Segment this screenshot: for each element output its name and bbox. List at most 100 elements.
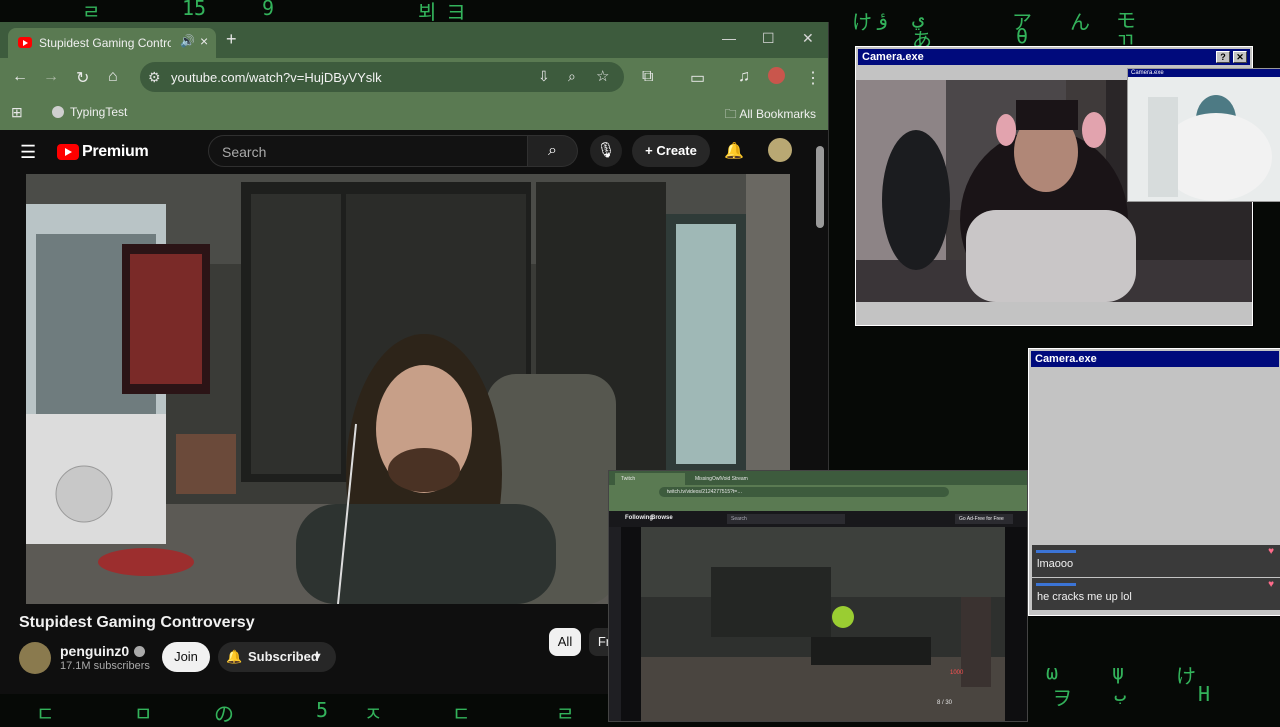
- site-info-icon[interactable]: ⚙: [148, 69, 161, 86]
- channel-name[interactable]: penguinz0: [60, 643, 146, 659]
- youtube-header: ☰ Premium Search ⌕ 🎙 + Create 🔔: [0, 130, 828, 174]
- all-bookmarks-label: All Bookmarks: [739, 107, 816, 121]
- twitch-ad-free-button[interactable]: Go Ad-Free for Free: [955, 514, 1013, 524]
- camera-window-mini[interactable]: Camera.exe: [1127, 68, 1280, 202]
- youtube-brand[interactable]: Premium: [82, 143, 149, 161]
- forward-arrow-icon[interactable]: →: [43, 68, 59, 86]
- camera-window-title: Camera.exe: [862, 51, 924, 63]
- search-input[interactable]: Search: [208, 135, 528, 167]
- bookmark-star-icon[interactable]: ☆: [596, 67, 609, 85]
- subscribed-button[interactable]: 🔔 Subscribed ▼: [218, 642, 336, 672]
- twitch-nav: Following Browse Search Go Ad-Free for F…: [609, 511, 1027, 527]
- twitch-search-input[interactable]: Search: [727, 514, 845, 524]
- hamburger-menu-icon[interactable]: ☰: [20, 142, 36, 163]
- hud-health: 1000: [950, 670, 964, 676]
- camera-window-titlebar[interactable]: Camera.exe ? ✕: [858, 49, 1250, 65]
- twitch-toolbar: twitch.tv/videos/2124277515?t=…: [609, 485, 1027, 499]
- bookmark-typingtest[interactable]: TypingTest: [52, 105, 127, 119]
- address-bar-url: youtube.com/watch?v=HujDByVYslk: [171, 70, 382, 85]
- create-button[interactable]: + Create: [632, 135, 710, 167]
- matrix-glyph: の: [214, 702, 234, 726]
- tab-close-button[interactable]: ×: [200, 33, 208, 49]
- matrix-glyph: 5: [316, 698, 329, 722]
- subscriber-count: 17.1M subscribers: [60, 660, 150, 672]
- chevron-down-icon: ▼: [312, 651, 323, 663]
- camera-window-titlebar[interactable]: Camera.exe: [1031, 351, 1279, 367]
- install-app-icon[interactable]: ⇩: [538, 68, 550, 85]
- minimize-button[interactable]: —: [722, 30, 736, 46]
- matrix-glyph: ㅁ: [134, 702, 153, 726]
- channel-name-text: penguinz0: [60, 643, 130, 659]
- search-icon: ⌕: [548, 142, 557, 159]
- home-icon[interactable]: ⌂: [108, 68, 118, 86]
- chat-message-text: lmaooo: [1037, 558, 1074, 570]
- tab-title: Stupidest Gaming Controversy: [39, 36, 171, 50]
- matrix-glyph: ヲ: [1052, 686, 1072, 710]
- matrix-glyph: 9: [262, 0, 275, 20]
- camera-window-title: Camera.exe: [1035, 353, 1097, 365]
- heart-icon: ♥: [1268, 579, 1274, 590]
- create-label: Create: [656, 143, 697, 158]
- twitch-nav-browse[interactable]: Browse: [651, 515, 673, 521]
- tab-search-icon[interactable]: ▭: [690, 68, 705, 88]
- apps-grid-icon[interactable]: ⊞: [11, 104, 23, 121]
- zoom-icon[interactable]: ⌕: [568, 68, 576, 85]
- speaker-icon[interactable]: 🔊: [180, 34, 195, 48]
- twitch-nav-following[interactable]: Following: [625, 515, 653, 521]
- matrix-glyph: θ: [1016, 24, 1029, 48]
- chat-username: [1036, 550, 1076, 553]
- matrix-glyph: ん: [1070, 10, 1090, 34]
- folder-icon: 🗀: [724, 107, 740, 121]
- twitch-browser-window[interactable]: Twitch MissingOwlVoid Stream twitch.tv/v…: [608, 470, 1028, 722]
- twitch-tab-2[interactable]: MissingOwlVoid Stream: [689, 473, 769, 485]
- page-scrollbar-thumb[interactable]: [816, 146, 824, 228]
- voice-search-button[interactable]: 🎙: [590, 135, 622, 167]
- matrix-glyph: け: [1176, 664, 1196, 688]
- camera-window-mini-title: Camera.exe: [1128, 69, 1280, 77]
- twitch-address-bar[interactable]: twitch.tv/videos/2124277515?t=…: [659, 487, 949, 497]
- all-bookmarks-button[interactable]: 🗀 All Bookmarks: [725, 105, 816, 126]
- bookmarks-bar: ⊞ TypingTest 🗀 All Bookmarks: [0, 96, 828, 131]
- reload-icon[interactable]: ↻: [76, 68, 89, 88]
- back-arrow-icon[interactable]: ←: [12, 68, 28, 86]
- youtube-logo-icon[interactable]: [57, 144, 79, 160]
- matrix-glyph: ㅈ: [364, 702, 383, 726]
- tab-strip: Stupidest Gaming Controversy 🔊 × + — ☐ ✕: [0, 22, 828, 58]
- twitch-tab-strip: Twitch MissingOwlVoid Stream: [609, 471, 1027, 485]
- hud-ammo: 8 / 30: [937, 700, 953, 706]
- account-avatar[interactable]: [768, 138, 792, 162]
- tab-active[interactable]: Stupidest Gaming Controversy 🔊 ×: [8, 28, 216, 58]
- chat-username: [1036, 583, 1076, 586]
- search-button[interactable]: ⌕: [528, 135, 578, 167]
- twitch-game-video[interactable]: [641, 527, 1005, 721]
- chat-message: ♥ lmaooo: [1032, 545, 1280, 577]
- join-button[interactable]: Join: [162, 642, 210, 672]
- kebab-menu-icon[interactable]: ⋮: [805, 68, 821, 88]
- new-tab-button[interactable]: +: [226, 29, 237, 50]
- address-bar[interactable]: ⚙ youtube.com/watch?v=HujDByVYslk ⇩ ⌕ ☆: [140, 62, 624, 92]
- twitch-tab-1[interactable]: Twitch: [615, 473, 685, 485]
- matrix-glyph: 15: [182, 0, 207, 20]
- heart-icon: ♥: [1268, 546, 1274, 557]
- profile-avatar[interactable]: [768, 67, 785, 84]
- media-controls-icon[interactable]: ♫: [738, 68, 750, 86]
- help-button[interactable]: ?: [1216, 51, 1230, 63]
- notifications-bell-icon[interactable]: 🔔: [724, 141, 744, 161]
- channel-avatar[interactable]: [19, 642, 51, 674]
- close-button[interactable]: ✕: [1233, 51, 1247, 63]
- matrix-glyph: ب: [1114, 682, 1127, 706]
- matrix-glyph: ㄹ: [556, 702, 575, 726]
- extensions-icon[interactable]: ⧉: [642, 68, 653, 86]
- video-title: Stupidest Gaming Controversy: [19, 614, 255, 631]
- close-window-button[interactable]: ✕: [802, 30, 814, 47]
- microphone-icon: 🎙: [596, 142, 616, 159]
- bookmark-label: TypingTest: [70, 105, 128, 119]
- chip-all[interactable]: All: [549, 628, 581, 656]
- chat-message-text: he cracks me up lol: [1037, 591, 1132, 603]
- maximize-button[interactable]: ☐: [762, 30, 775, 47]
- matrix-glyph: ㄷ: [36, 702, 55, 726]
- webcam-feed-inverted: [1128, 77, 1280, 201]
- subscribed-label: Subscribed: [248, 649, 319, 664]
- matrix-glyph: ﺅ: [876, 6, 889, 30]
- twitch-bookmarks-bar: [609, 499, 1027, 511]
